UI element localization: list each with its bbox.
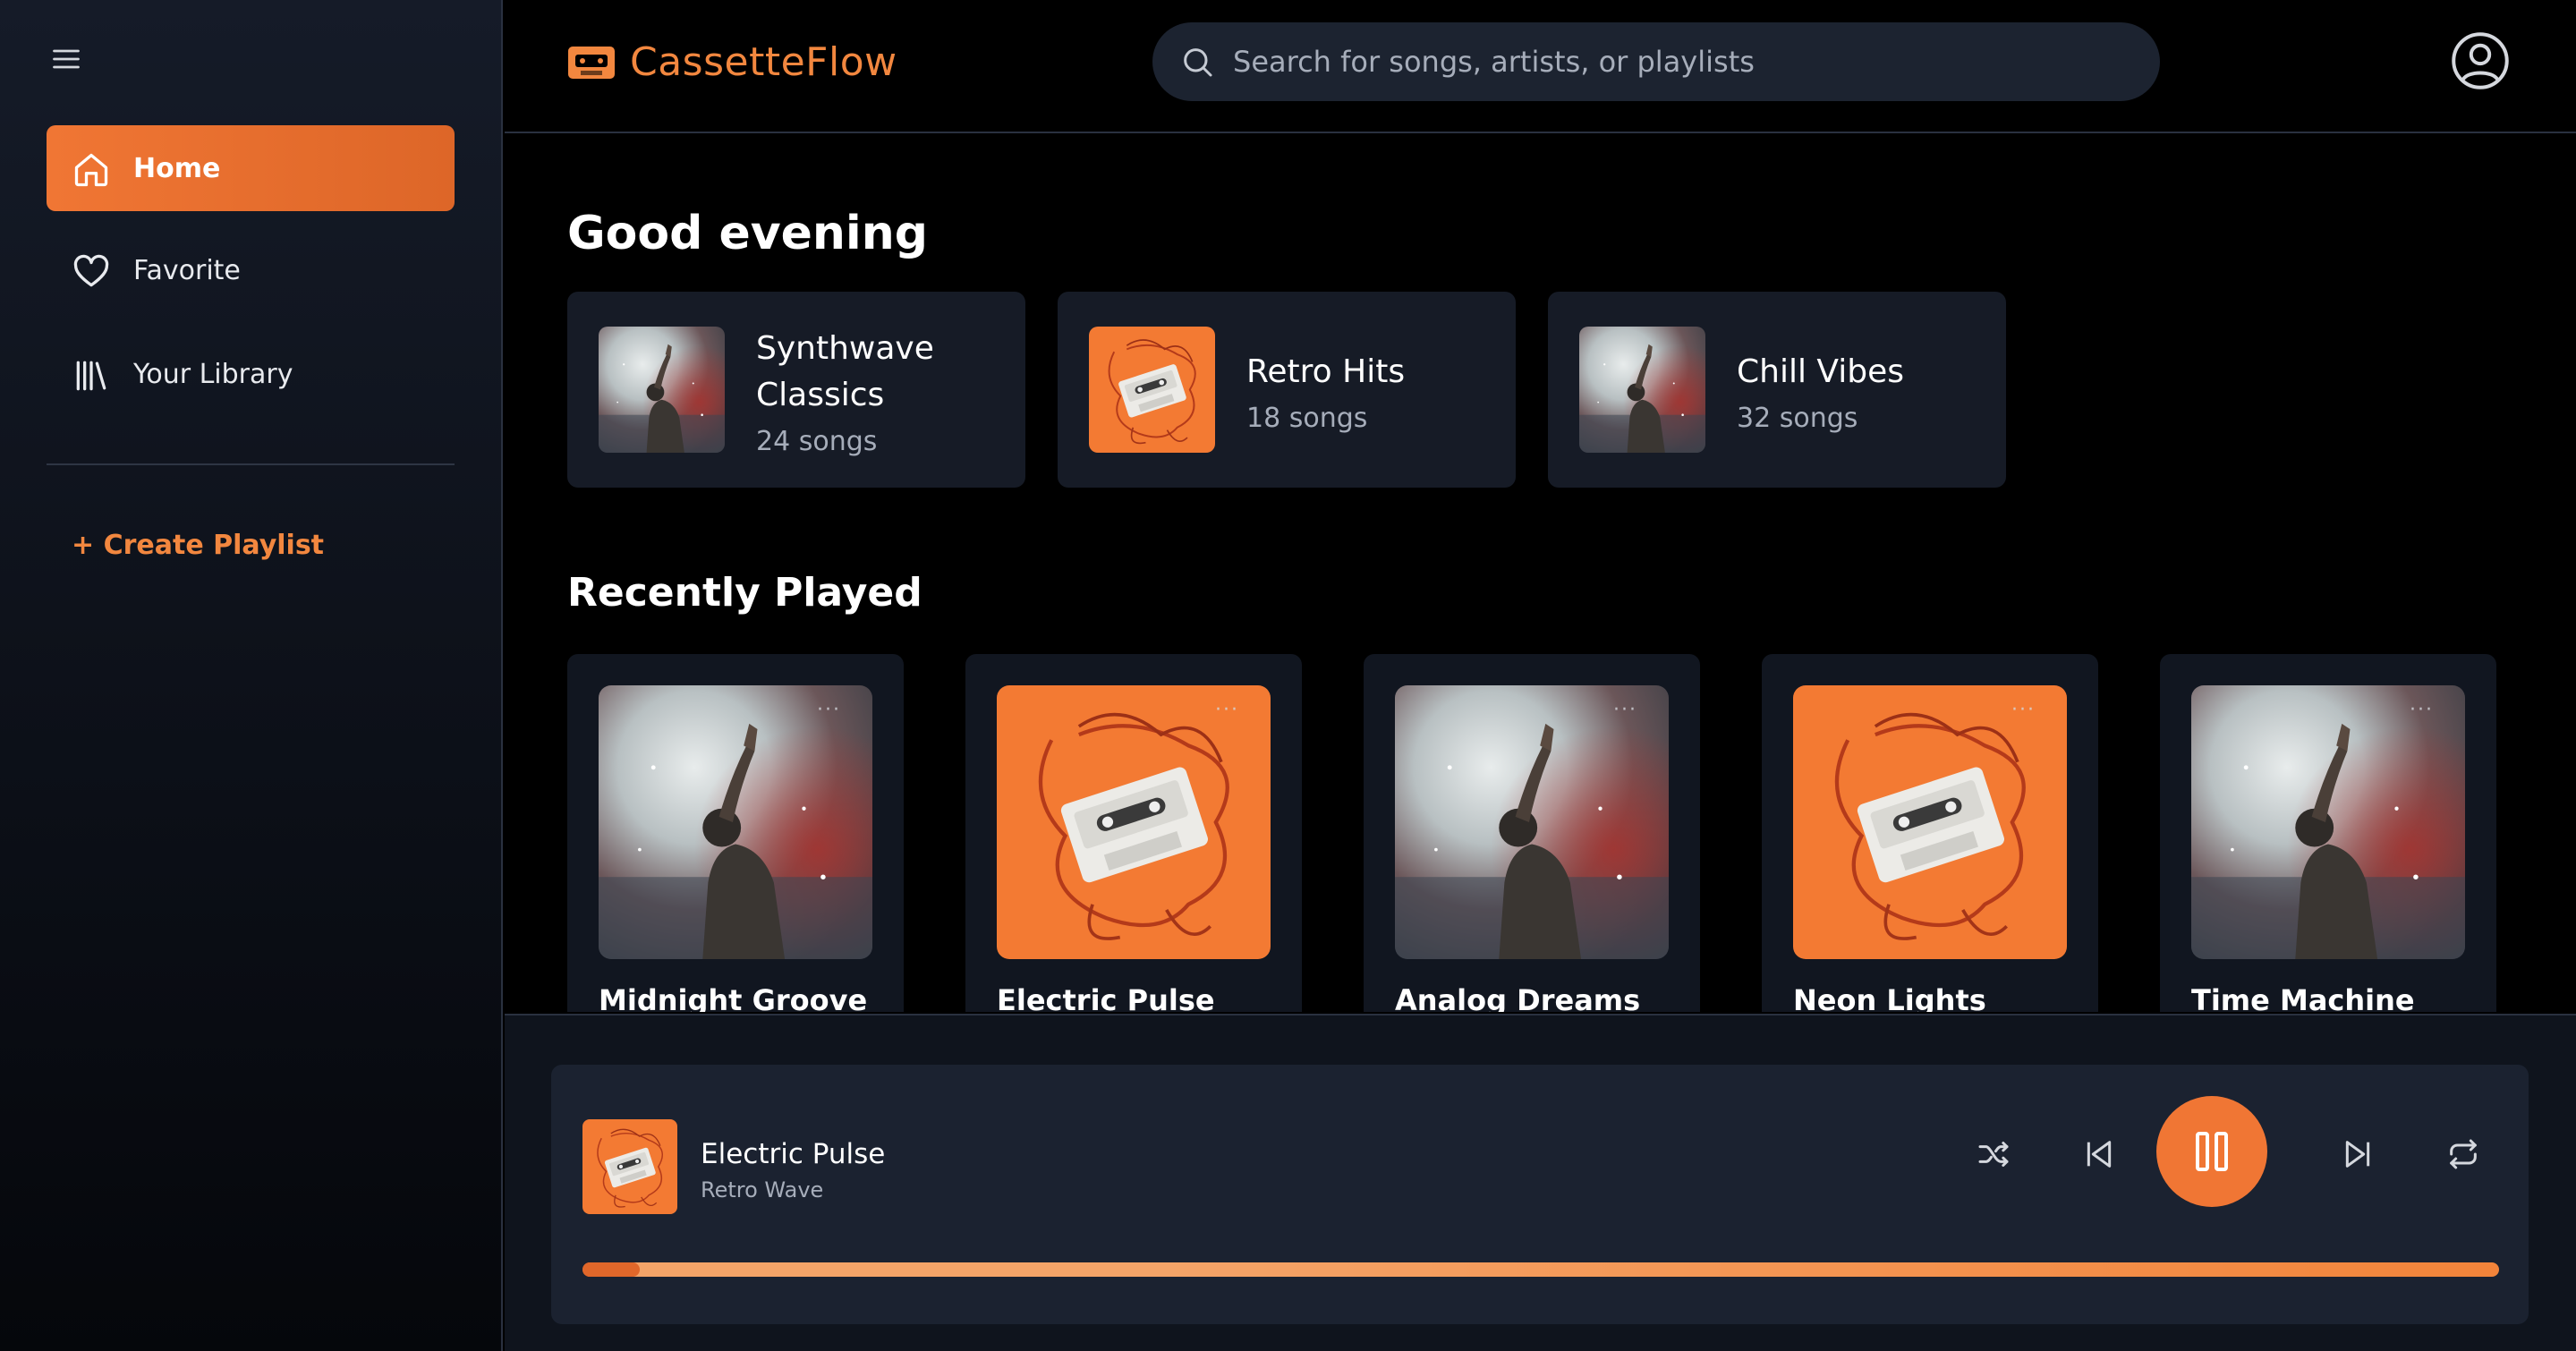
app-name: CassetteFlow xyxy=(630,39,897,85)
quick-playlist-card[interactable]: Chill Vibes 32 songs xyxy=(1548,292,2006,488)
search-bar[interactable] xyxy=(1152,22,2160,101)
track-cover xyxy=(1793,685,2067,959)
more-options-icon[interactable]: ··· xyxy=(1613,699,1637,721)
playlist-song-count: 24 songs xyxy=(756,426,878,457)
home-icon xyxy=(72,150,111,190)
track-cover xyxy=(1395,685,1669,959)
track-title: Time Machine xyxy=(2191,983,2415,1012)
playlist-title: Retro Hits xyxy=(1246,353,1406,390)
sidebar-item-label: Favorite xyxy=(133,254,241,286)
playlist-title: Synthwave xyxy=(756,330,934,367)
track-cover xyxy=(997,685,1271,959)
recent-track-card[interactable]: ··· Analog Dreams xyxy=(1364,654,1700,1012)
more-options-icon[interactable]: ··· xyxy=(2011,699,2036,721)
more-options-icon[interactable]: ··· xyxy=(2410,699,2434,721)
top-header: CassetteFlow xyxy=(505,0,2576,133)
main-content: Good evening Synthwave Classics 24 songs… xyxy=(505,135,2576,1012)
create-playlist-button[interactable]: + Create Playlist xyxy=(72,530,324,561)
track-title: Electric Pulse xyxy=(997,983,1215,1012)
search-input[interactable] xyxy=(1233,22,2128,101)
track-title: Analog Dreams xyxy=(1395,983,1641,1012)
more-options-icon[interactable]: ··· xyxy=(817,699,841,721)
repeat-icon[interactable] xyxy=(2445,1136,2481,1172)
skip-forward-icon[interactable] xyxy=(2340,1136,2376,1172)
recent-track-card[interactable]: ··· Electric Pulse xyxy=(965,654,1302,1012)
hamburger-icon[interactable] xyxy=(50,43,82,75)
playlist-cover xyxy=(1089,327,1215,453)
sidebar-item-label: Your Library xyxy=(133,358,293,390)
cassette-logo-icon xyxy=(568,46,615,79)
progress-bar[interactable] xyxy=(582,1262,2499,1277)
library-icon xyxy=(72,356,111,395)
track-cover xyxy=(599,685,872,959)
shuffle-icon[interactable] xyxy=(1976,1136,2011,1172)
search-icon xyxy=(1184,48,1212,77)
playlist-cover xyxy=(1579,327,1705,453)
track-title: Neon Lights xyxy=(1793,983,1986,1012)
recent-track-card[interactable]: ··· Time Machine xyxy=(2160,654,2496,1012)
quick-playlist-card[interactable]: Retro Hits 18 songs xyxy=(1058,292,1516,488)
track-title: Midnight Groove xyxy=(599,983,868,1012)
quick-playlist-card[interactable]: Synthwave Classics 24 songs xyxy=(567,292,1025,488)
recently-played-heading: Recently Played xyxy=(567,570,922,616)
recent-track-card[interactable]: ··· Neon Lights xyxy=(1762,654,2098,1012)
recent-track-card[interactable]: ··· Midnight Groove xyxy=(567,654,904,1012)
now-playing-bar: Electric Pulse Retro Wave xyxy=(551,1065,2529,1324)
playlist-song-count: 18 songs xyxy=(1246,403,1368,434)
pause-icon xyxy=(2196,1132,2228,1171)
playlist-song-count: 32 songs xyxy=(1737,403,1858,434)
greeting-heading: Good evening xyxy=(567,207,928,260)
now-playing-artist: Retro Wave xyxy=(701,1177,824,1202)
skip-back-icon[interactable] xyxy=(2081,1136,2117,1172)
now-playing-cover xyxy=(582,1119,677,1214)
sidebar: Home Favorite Your Library + Create Play… xyxy=(0,0,503,1351)
player-area: Electric Pulse Retro Wave xyxy=(505,1014,2576,1351)
sidebar-item-favorite[interactable]: Favorite xyxy=(47,227,455,313)
playlist-title: Classics xyxy=(756,377,885,413)
heart-icon xyxy=(72,252,111,292)
track-cover xyxy=(2191,685,2465,959)
sidebar-item-home[interactable]: Home xyxy=(47,125,455,211)
pause-button[interactable] xyxy=(2156,1096,2267,1207)
playlist-cover xyxy=(599,327,725,453)
more-options-icon[interactable]: ··· xyxy=(1215,699,1239,721)
user-circle-icon[interactable] xyxy=(2450,30,2511,91)
sidebar-divider xyxy=(47,463,455,465)
sidebar-item-label: Home xyxy=(133,152,221,184)
now-playing-title: Electric Pulse xyxy=(701,1138,886,1170)
progress-fill xyxy=(582,1262,641,1277)
playlist-title: Chill Vibes xyxy=(1737,353,1904,390)
app-logo[interactable]: CassetteFlow xyxy=(567,39,897,85)
sidebar-item-library[interactable]: Your Library xyxy=(47,331,455,417)
